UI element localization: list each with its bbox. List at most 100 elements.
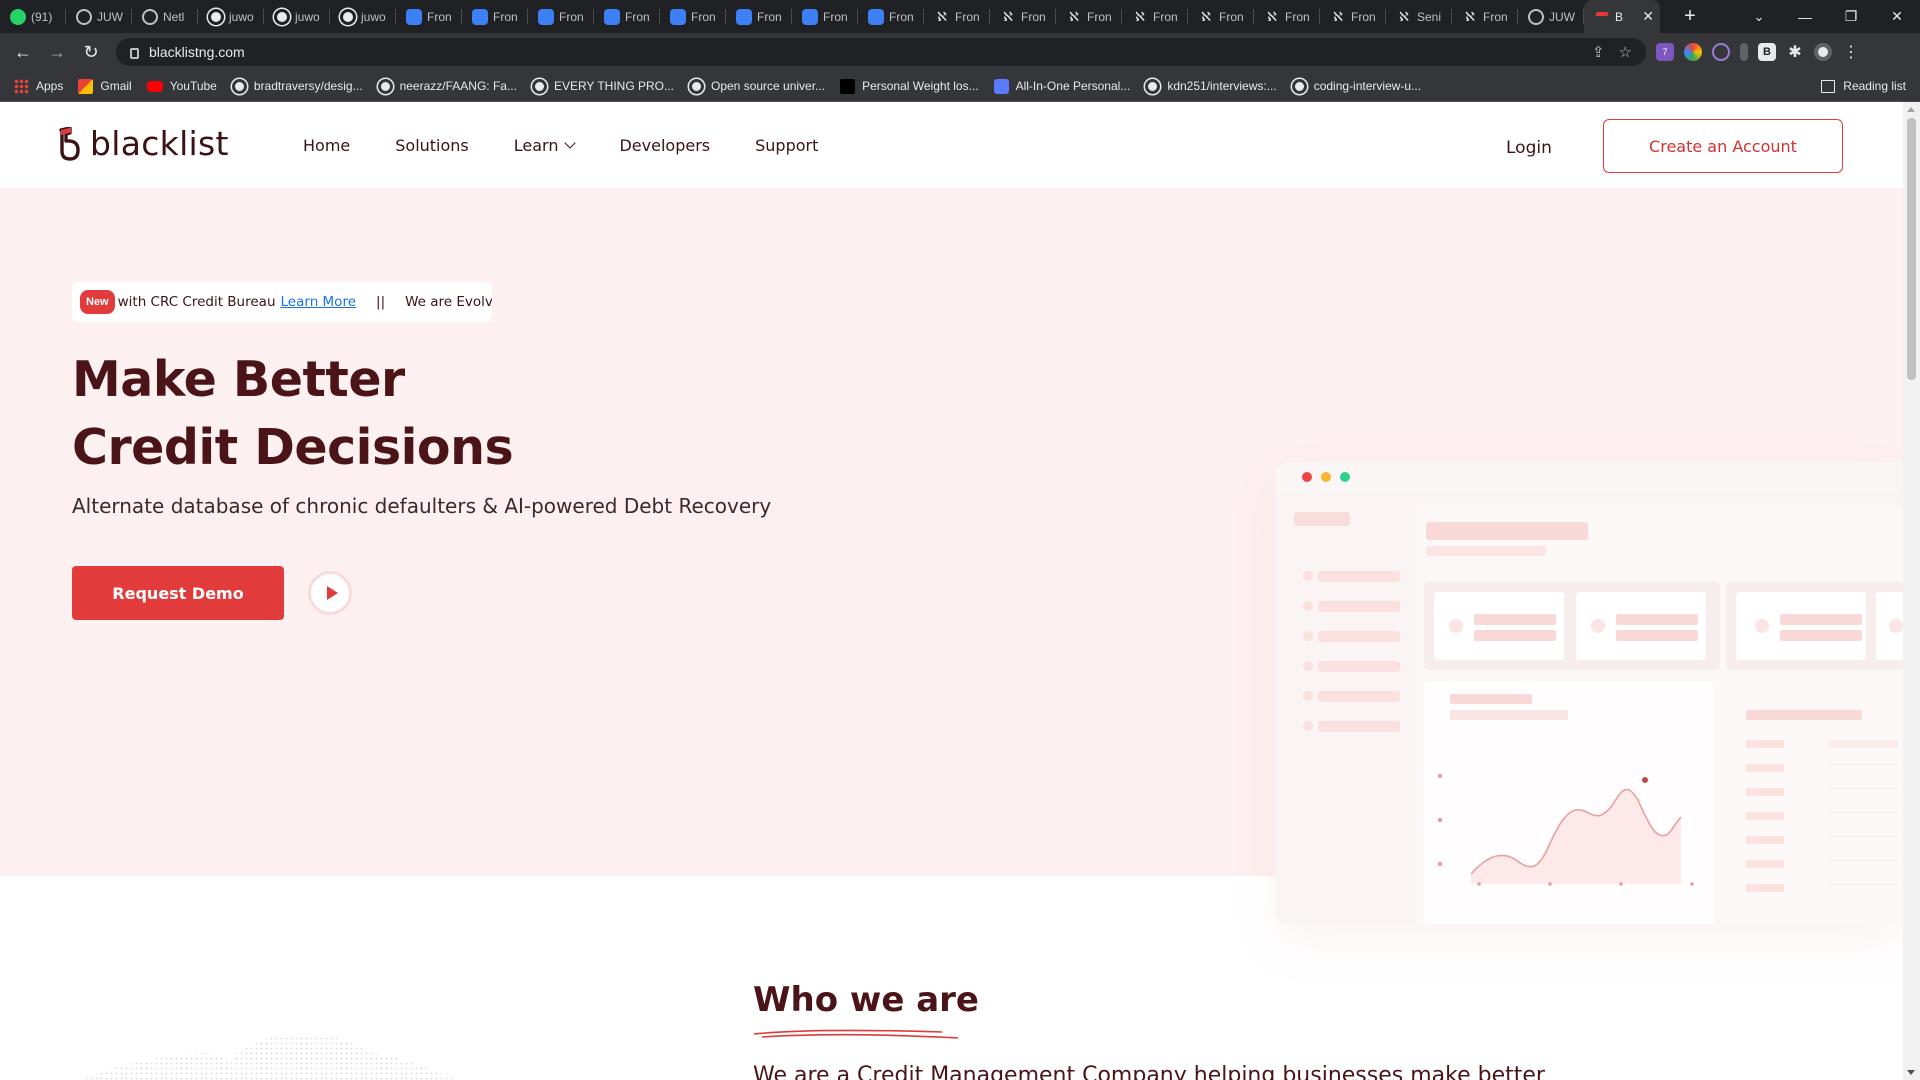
tab-12[interactable]: Fron [792,0,858,33]
bookmark-10[interactable]: coding-interview-u... [1291,78,1422,94]
tab-14[interactable]: ℵ Fron [924,0,990,33]
bookmark-label: coding-interview-u... [1313,79,1422,93]
sync-extension-icon[interactable] [1712,43,1730,61]
tab-8[interactable]: Fron [528,0,594,33]
tab-22[interactable]: ℵ Fron [1452,0,1518,33]
bookmark-0[interactable]: Apps [14,78,63,94]
bookmark-label: Gmail [100,79,132,93]
tab-0[interactable]: (91) [0,0,66,33]
play-video-button[interactable] [308,571,352,615]
tab-label: (91) [31,9,53,24]
tab-21[interactable]: ℵ Seni [1386,0,1452,33]
bookmark-4[interactable]: neerazz/FAANG: Fa... [377,78,517,94]
tab-2[interactable]: Netl [132,0,198,33]
tab-7[interactable]: Fron [462,0,528,33]
netlify-icon [802,8,818,25]
minimize-button[interactable]: — [1782,0,1828,33]
extensions-puzzle-icon[interactable]: ✱ [1786,43,1804,61]
login-link[interactable]: Login [1506,138,1552,158]
new-tab-button[interactable]: + [1678,5,1702,28]
glitch-icon: ℵ [1135,8,1145,24]
bookmark-5[interactable]: EVERY THING PRO... [531,78,674,94]
tab-5[interactable]: juwo [330,0,396,33]
tab-10[interactable]: Fron [660,0,726,33]
ticker-next-text: We are Evolvin [405,294,492,310]
netlify-icon [670,8,686,25]
reload-button[interactable]: ↻ [74,35,108,69]
bookmark-1[interactable]: Gmail [78,78,132,94]
bookmarks-bar: Apps Gmail YouTube bradtraversy/desig... nee… [0,71,1920,102]
scroll-down-arrow-icon[interactable] [1907,1070,1915,1075]
site-header: blacklist Home Solutions Learn Developer… [0,102,1903,188]
who-we-are-heading: Who we are [753,980,979,1020]
nav-home[interactable]: Home [303,136,350,155]
bookmark-7[interactable]: Personal Weight los... [840,78,979,94]
hero-title: Make Better Credit Decisions [72,346,514,482]
tab-label: Seni [1417,9,1442,24]
color-extension-icon[interactable] [1684,43,1702,61]
tab-18[interactable]: ℵ Fron [1188,0,1254,33]
page-scrollbar[interactable] [1903,102,1920,1080]
reading-list-button[interactable]: Reading list [1821,79,1906,93]
tab-label: Fron [691,9,716,24]
close-tab-icon[interactable]: ✕ [1642,8,1654,25]
hero-title-line-1: Make Better [72,351,405,408]
address-bar[interactable]: blacklistng.com ⇪ ☆ [116,38,1646,66]
forward-button[interactable]: → [40,35,74,69]
bookmark-6[interactable]: Open source univer... [689,78,825,94]
tab-19[interactable]: ℵ Fron [1254,0,1320,33]
b-extension-icon[interactable]: B [1758,43,1776,61]
tab-6[interactable]: Fron [396,0,462,33]
scrollbar-thumb[interactable] [1907,118,1916,380]
dashboard-skeleton [1276,492,1903,924]
tab-23[interactable]: JUW [1518,0,1584,33]
lock-icon[interactable] [130,47,139,59]
learn-more-link[interactable]: Learn More [281,294,357,310]
window-controls: ⌄ — ❐ ✕ [1736,0,1920,33]
tab-4[interactable]: juwo [264,0,330,33]
tab-15[interactable]: ℵ Fron [990,0,1056,33]
glitch-icon: ℵ [1399,8,1409,24]
gmail-icon [78,78,94,94]
tab-1[interactable]: JUW [66,0,132,33]
battery-extension-icon[interactable] [1740,43,1748,61]
bookmark-star-icon[interactable]: ☆ [1619,43,1632,61]
tab-3[interactable]: juwo [198,0,264,33]
glitch-icon: ℵ [1465,8,1475,24]
tab-11[interactable]: Fron [726,0,792,33]
page-viewport: blacklist Home Solutions Learn Developer… [0,102,1903,1080]
tab-16[interactable]: ℵ Fron [1056,0,1122,33]
nav-support[interactable]: Support [755,136,818,155]
play-icon [326,586,338,600]
bookmark-2[interactable]: YouTube [146,79,217,93]
tab-17[interactable]: ℵ Fron [1122,0,1188,33]
tab-label: Fron [757,9,782,24]
profile-avatar-icon[interactable] [1814,43,1832,61]
tab-active[interactable]: B ✕ [1584,0,1660,33]
nav-solutions[interactable]: Solutions [395,136,469,155]
extension-badge-icon[interactable]: 7 [1656,43,1674,61]
browser-menu-icon[interactable]: ⋮ [1842,43,1860,61]
bookmark-3[interactable]: bradtraversy/desig... [231,78,363,94]
create-account-button[interactable]: Create an Account [1603,119,1843,173]
request-demo-button[interactable]: Request Demo [72,566,284,620]
tab-label: Fron [889,9,914,24]
reading-list-icon [1821,79,1836,93]
tab-13[interactable]: Fron [858,0,924,33]
tab-search-icon[interactable]: ⌄ [1736,9,1782,25]
nav-learn[interactable]: Learn [514,136,577,155]
back-button[interactable]: ← [6,35,40,69]
close-window-button[interactable]: ✕ [1874,0,1920,33]
bookmark-8[interactable]: All-In-One Personal... [993,78,1130,94]
tab-20[interactable]: ℵ Fron [1320,0,1386,33]
site-logo[interactable]: blacklist [58,124,229,163]
scroll-up-arrow-icon[interactable] [1907,107,1915,112]
netlify-icon [868,8,884,25]
nav-developers[interactable]: Developers [619,136,710,155]
tab-label: Fron [625,9,650,24]
restore-button[interactable]: ❐ [1828,0,1874,33]
tab-label: Fron [955,9,980,24]
share-icon[interactable]: ⇪ [1592,43,1605,61]
tab-9[interactable]: Fron [594,0,660,33]
bookmark-9[interactable]: kdn251/interviews:... [1145,78,1277,94]
